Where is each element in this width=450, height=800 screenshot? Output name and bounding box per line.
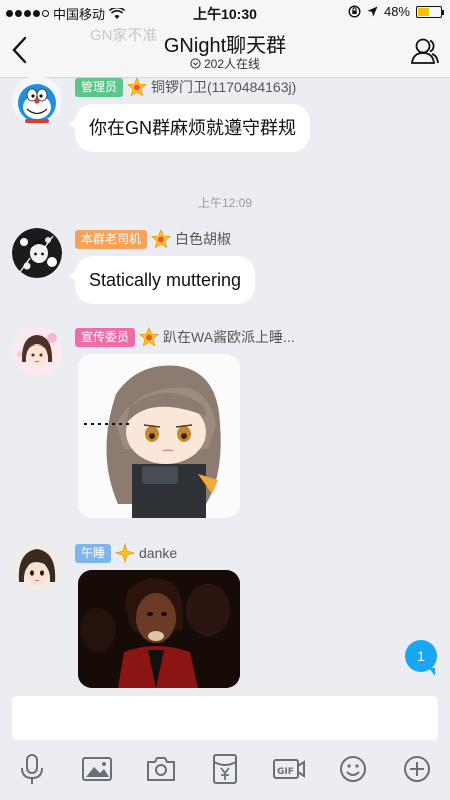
location-icon [367, 6, 378, 17]
sender-meta: 本群老司机 白色胡椒 [75, 228, 231, 250]
message-item: 午睡 danke [12, 542, 432, 688]
sender-name[interactable]: 趴在WA酱欧派上睡... [163, 327, 295, 347]
chat-header: GN家不准 GNight聊天群 202人在线 [0, 24, 450, 78]
sender-meta: 午睡 danke [75, 542, 177, 564]
chevron-down-icon[interactable] [190, 58, 201, 69]
avatar[interactable] [12, 228, 62, 278]
message-item: 宣传委员 趴在WA酱欧派上睡... [12, 326, 432, 522]
star-rank-icon [115, 543, 136, 563]
red-packet-icon[interactable] [209, 752, 241, 786]
role-badge: 管理员 [75, 77, 124, 97]
message-item: 本群老司机 白色胡椒 Statically muttering [12, 228, 432, 308]
battery-icon [416, 5, 444, 18]
voice-icon[interactable] [16, 752, 48, 786]
svg-text:GIF: GIF [277, 767, 294, 777]
gif-icon[interactable]: GIF [273, 752, 305, 786]
group-members-icon[interactable] [410, 36, 440, 66]
avatar[interactable] [12, 542, 62, 592]
online-count: 202人在线 [0, 55, 450, 72]
message-item: 管理员 铜锣门卫(1170484163j) 你在GN群麻烦就遵守群规 [12, 76, 432, 156]
sender-name[interactable]: danke [139, 545, 177, 561]
timestamp: 上午12:09 [197, 196, 253, 210]
sender-meta: 管理员 铜锣门卫(1170484163j) [75, 76, 296, 98]
chat-title: GNight聊天群 [163, 35, 287, 57]
star-rank-icon [127, 77, 148, 97]
rotation-lock-icon [348, 5, 361, 18]
battery-percent: 48% [383, 4, 410, 19]
status-right: 48% [348, 4, 444, 19]
role-badge: 午睡 [75, 543, 112, 563]
avatar[interactable] [12, 76, 62, 126]
message-bubble[interactable]: Statically muttering [68, 256, 256, 304]
online-count-label: 202人在线 [203, 57, 261, 71]
camera-icon[interactable] [145, 752, 177, 786]
star-rank-icon [151, 229, 172, 249]
sender-meta: 宣传委员 趴在WA酱欧派上睡... [75, 326, 295, 348]
plus-icon[interactable] [401, 752, 433, 786]
input-area: GIF [0, 688, 450, 800]
sticker-image[interactable] [78, 354, 240, 518]
message-bubble[interactable]: 你在GN群麻烦就遵守群规 [69, 104, 310, 152]
emoji-icon[interactable] [337, 752, 369, 786]
unread-count-badge[interactable]: 1 [405, 640, 437, 676]
status-bar: 中国移动 上午10:30 48% [0, 0, 450, 24]
image-icon[interactable] [81, 752, 113, 786]
role-badge: 本群老司机 [75, 229, 148, 249]
gif-image[interactable] [78, 570, 240, 688]
input-toolbar: GIF [0, 752, 450, 790]
sender-name[interactable]: 铜锣门卫(1170484163j) [151, 77, 296, 97]
role-badge: 宣传委员 [75, 327, 136, 347]
sender-name[interactable]: 白色胡椒 [175, 229, 231, 249]
star-rank-icon [139, 327, 160, 347]
avatar[interactable] [12, 326, 62, 376]
message-input[interactable] [12, 696, 438, 740]
